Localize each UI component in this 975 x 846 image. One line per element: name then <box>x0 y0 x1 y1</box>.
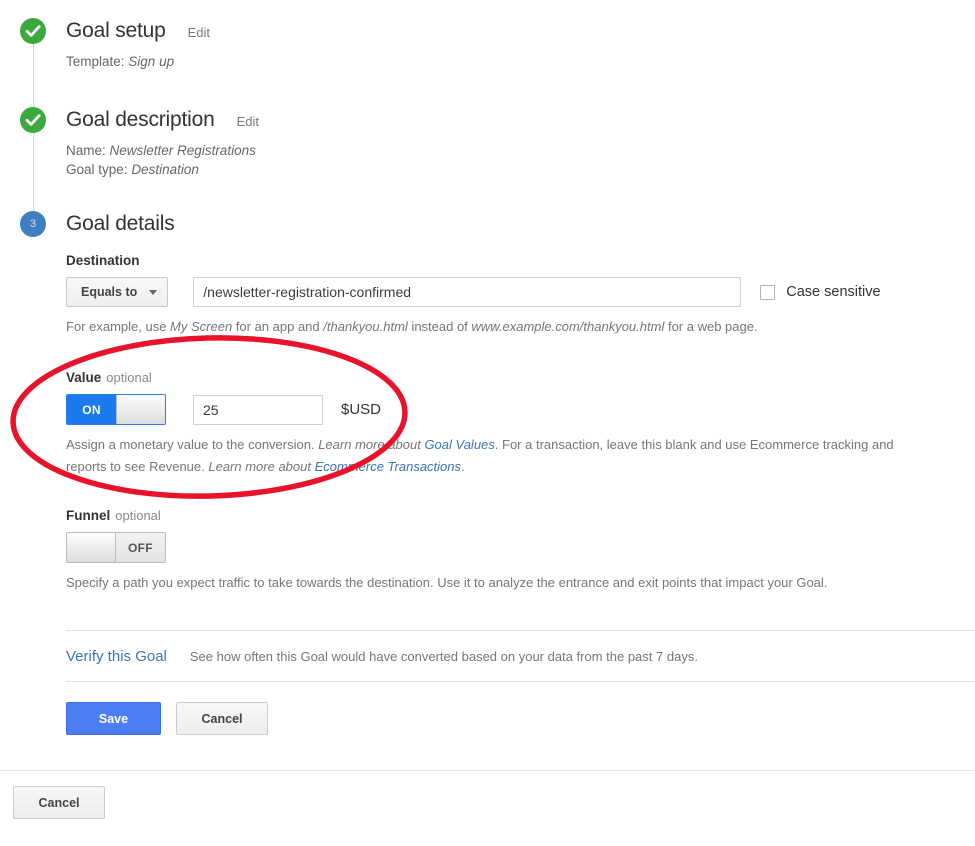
verify-description: See how often this Goal would have conve… <box>189 649 698 664</box>
funnel-label: Funnel optional <box>66 508 975 523</box>
case-sensitive-checkbox[interactable] <box>760 284 776 300</box>
funnel-helper-text: Specify a path you expect traffic to tak… <box>66 575 828 590</box>
case-sensitive-control[interactable]: Case sensitive <box>760 284 881 300</box>
wizard-rail <box>32 133 34 215</box>
value-toggle[interactable]: ON <box>66 394 166 425</box>
step-number-badge: 3 <box>20 211 46 237</box>
helper-emphasis: Learn more about <box>208 459 315 474</box>
goal-values-link[interactable]: Goal Values <box>424 437 494 452</box>
wizard-step-goal-setup: Goal setup Edit Template: Sign up <box>0 18 975 112</box>
step-title-goal-description: Goal description <box>66 108 215 131</box>
goal-type-label: Goal type: <box>66 162 128 177</box>
destination-label: Destination <box>66 253 140 268</box>
step-title-goal-setup: Goal setup <box>66 19 166 42</box>
funnel-label-text: Funnel <box>66 508 111 523</box>
goal-description-summary: Name: Newsletter Registrations Goal type… <box>66 141 975 179</box>
funnel-row: OFF <box>66 532 975 563</box>
value-row: ON $USD <box>66 394 975 425</box>
wizard-step-goal-description: Goal description Edit Name: Newsletter R… <box>0 107 975 215</box>
helper-text-part: For example, use <box>66 319 171 334</box>
case-sensitive-label: Case sensitive <box>786 284 881 300</box>
value-amount-input[interactable] <box>193 394 323 425</box>
save-button[interactable]: Save <box>66 702 161 735</box>
match-type-select[interactable]: Equals to <box>66 277 169 307</box>
value-toggle-state: ON <box>67 395 116 424</box>
template-value: Sign up <box>128 54 175 69</box>
destination-helper-text: For example, use My Screen for an app an… <box>66 316 911 338</box>
destination-input[interactable] <box>193 277 742 307</box>
edit-link-goal-setup[interactable]: Edit <box>188 25 210 40</box>
goal-wizard: Goal setup Edit Template: Sign up Goal d… <box>0 0 975 735</box>
goal-details-body: Destination Equals to Case sensitive For… <box>0 253 975 735</box>
footer-cancel-button[interactable]: Cancel <box>13 786 105 819</box>
destination-row: Equals to Case sensitive <box>66 277 975 307</box>
wizard-rail <box>32 44 34 112</box>
value-section: Value optional ON $USD Assign a monetary … <box>66 370 975 478</box>
value-toggle-knob[interactable] <box>116 395 165 424</box>
step-complete-check-icon <box>20 18 46 44</box>
step-title-goal-details: Goal details <box>66 212 175 235</box>
helper-text-part: for a web page. <box>664 319 758 334</box>
goal-name-value: Newsletter Registrations <box>109 143 256 158</box>
funnel-toggle-knob[interactable] <box>67 533 116 562</box>
verify-bottom-divider <box>66 681 975 682</box>
value-optional-text: optional <box>106 370 152 385</box>
funnel-toggle-state: OFF <box>116 533 165 562</box>
value-helper-text: Assign a monetary value to the conversio… <box>66 434 911 478</box>
value-label-text: Value <box>66 370 102 385</box>
helper-emphasis: /thankyou.html <box>323 319 408 334</box>
template-label: Template: <box>66 54 125 69</box>
match-type-value: Equals to <box>81 285 138 299</box>
step-complete-check-icon <box>20 107 46 133</box>
cancel-button[interactable]: Cancel <box>176 702 268 735</box>
helper-text-part: . <box>461 459 465 474</box>
form-actions: Save Cancel <box>66 702 975 735</box>
helper-emphasis: www.example.com/thankyou.html <box>471 319 665 334</box>
footer-divider <box>0 770 975 771</box>
value-currency-label: $USD <box>341 401 382 418</box>
helper-text-part: for an app and <box>232 319 324 334</box>
value-label: Value optional <box>66 370 975 385</box>
goal-setup-summary: Template: Sign up <box>66 52 975 71</box>
helper-text-part: Assign a monetary value to the conversio… <box>66 437 319 452</box>
funnel-section: Funnel optional OFF Specify a path you ex… <box>66 508 975 594</box>
helper-emphasis: Learn more about <box>318 437 425 452</box>
verify-goal-row: Verify this Goal See how often this Goal… <box>66 631 975 681</box>
funnel-optional-text: optional <box>115 508 161 523</box>
destination-section: Destination Equals to Case sensitive For… <box>66 253 975 338</box>
wizard-step-goal-details: 3 Goal details <box>0 211 975 237</box>
chevron-down-icon <box>149 289 158 295</box>
helper-text-part: instead of <box>407 319 472 334</box>
ecommerce-transactions-link[interactable]: Ecommerce Transactions <box>315 459 461 474</box>
verify-this-goal-link[interactable]: Verify this Goal <box>66 648 167 665</box>
goal-type-value: Destination <box>131 162 199 177</box>
edit-link-goal-description[interactable]: Edit <box>237 114 259 129</box>
funnel-toggle[interactable]: OFF <box>66 532 166 563</box>
goal-name-label: Name: <box>66 143 106 158</box>
helper-emphasis: My Screen <box>170 319 233 334</box>
